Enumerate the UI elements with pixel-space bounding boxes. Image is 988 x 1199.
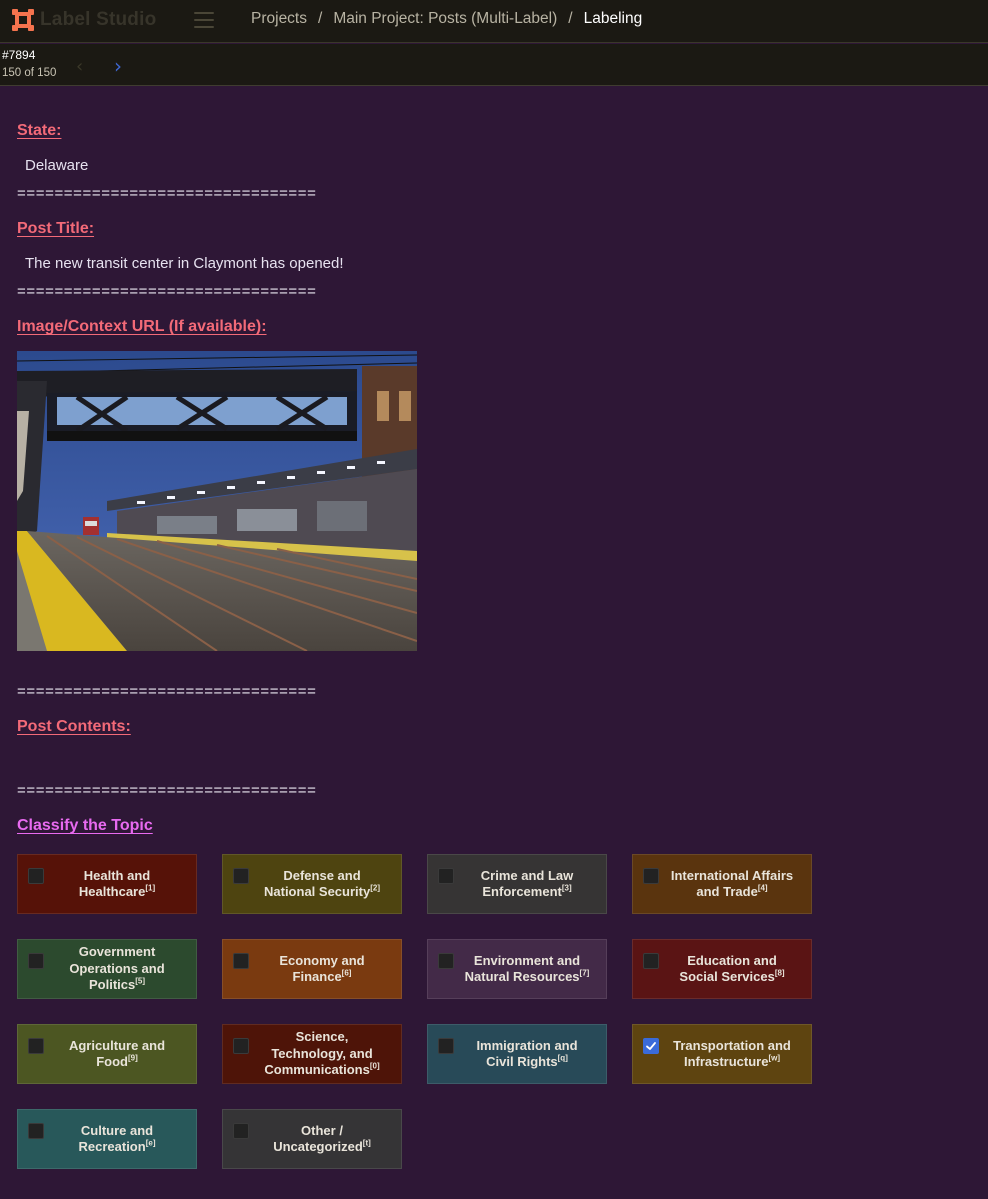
task-id: #7894 <box>2 48 36 62</box>
choice-hotkey: [0] <box>369 1061 380 1071</box>
choice-hotkey: [5] <box>135 976 146 986</box>
choice-label: Culture and Recreation <box>78 1122 154 1155</box>
checkbox-checked-icon[interactable] <box>643 1038 659 1054</box>
choice-label: International Affairs and Trade <box>670 867 794 900</box>
checkbox-icon[interactable] <box>438 1038 454 1054</box>
choice-label: Defense and National Security <box>264 867 371 900</box>
choice-other-uncategorized[interactable]: Other / Uncategorized[t] <box>222 1109 402 1169</box>
choice-hotkey: [3] <box>561 883 572 893</box>
choice-transportation-and-infrastructure[interactable]: Transportation and Infrastructure[w] <box>632 1024 812 1084</box>
image-url-heading: Image/Context URL (If available): <box>17 318 267 335</box>
post-title-value: The new transit center in Claymont has o… <box>25 255 344 272</box>
menu-hamburger-icon[interactable] <box>194 12 214 28</box>
breadcrumb-separator: / <box>318 10 323 27</box>
checkbox-icon[interactable] <box>28 953 44 969</box>
divider: ================================ <box>17 683 317 700</box>
choice-culture-and-recreation[interactable]: Culture and Recreation[e] <box>17 1109 197 1169</box>
choice-label: Education and Social Services <box>679 952 777 985</box>
divider: ================================ <box>17 185 317 202</box>
choice-label: Crime and Law Enforcement <box>480 867 574 900</box>
choice-health-and-healthcare[interactable]: Health and Healthcare[1] <box>17 854 197 914</box>
task-toolbar: #7894 150 of 150 ‹ › <box>0 44 988 86</box>
choice-label: Other / Uncategorized <box>273 1122 363 1155</box>
choice-hotkey: [e] <box>145 1138 156 1148</box>
choice-science-technology-and-communications[interactable]: Science, Technology, and Communications[… <box>222 1024 402 1084</box>
checkbox-icon[interactable] <box>28 1038 44 1054</box>
choice-hotkey: [4] <box>757 883 768 893</box>
choice-hotkey: [7] <box>579 968 590 978</box>
divider: ================================ <box>17 782 317 799</box>
checkbox-icon[interactable] <box>643 953 659 969</box>
choice-label: Economy and Finance <box>279 952 365 985</box>
choice-defense-and-national-security[interactable]: Defense and National Security[2] <box>222 854 402 914</box>
choice-education-and-social-services[interactable]: Education and Social Services[8] <box>632 939 812 999</box>
checkbox-icon[interactable] <box>28 1123 44 1139</box>
choice-hotkey: [8] <box>774 968 785 978</box>
choice-hotkey: [1] <box>145 883 156 893</box>
breadcrumb-project[interactable]: Main Project: Posts (Multi-Label) <box>333 10 557 27</box>
next-task-chevron-right-icon[interactable]: › <box>114 54 122 78</box>
post-title-heading: Post Title: <box>17 220 95 237</box>
checkbox-icon[interactable] <box>438 868 454 884</box>
checkbox-icon[interactable] <box>643 868 659 884</box>
task-position: 150 of 150 <box>2 67 57 79</box>
choice-international-affairs-and-trade[interactable]: International Affairs and Trade[4] <box>632 854 812 914</box>
state-heading: State: <box>17 122 62 139</box>
breadcrumb-separator: / <box>568 10 573 27</box>
post-contents-heading: Post Contents: <box>17 718 131 735</box>
breadcrumb: Projects / Main Project: Posts (Multi-Labe… <box>251 10 642 28</box>
choice-hotkey: [2] <box>370 883 380 893</box>
choice-agriculture-and-food[interactable]: Agriculture and Food[9] <box>17 1024 197 1084</box>
checkbox-icon[interactable] <box>233 953 249 969</box>
app-logo[interactable]: Label Studio <box>12 9 156 31</box>
breadcrumb-projects[interactable]: Projects <box>251 10 307 27</box>
choice-hotkey: [t] <box>362 1138 371 1148</box>
app-name: Label Studio <box>40 9 157 30</box>
choice-hotkey: [9] <box>127 1053 138 1063</box>
breadcrumb-current: Labeling <box>583 10 643 27</box>
checkbox-icon[interactable] <box>233 868 249 884</box>
choice-economy-and-finance[interactable]: Economy and Finance[6] <box>222 939 402 999</box>
choice-label: Health and Healthcare <box>78 867 151 900</box>
choice-label: Government Operations and Politics <box>69 944 165 993</box>
classify-topic-heading: Classify the Topic <box>17 817 153 834</box>
checkbox-icon[interactable] <box>233 1038 249 1054</box>
choice-hotkey: [q] <box>557 1053 568 1063</box>
choice-immigration-and-civil-rights[interactable]: Immigration and Civil Rights[q] <box>427 1024 607 1084</box>
label-studio-logo-icon <box>12 9 34 31</box>
choice-crime-and-law-enforcement[interactable]: Crime and Law Enforcement[3] <box>427 854 607 914</box>
state-value: Delaware <box>25 157 89 174</box>
choice-label: Environment and Natural Resources <box>464 952 581 985</box>
choice-environment-and-natural-resources[interactable]: Environment and Natural Resources[7] <box>427 939 607 999</box>
top-navbar: Label Studio Projects / Main Project: Post… <box>0 0 988 43</box>
choice-hotkey: [6] <box>341 968 352 978</box>
choice-label: Science, Technology, and Communications <box>264 1029 373 1078</box>
choice-label: Agriculture and Food <box>68 1037 166 1070</box>
checkbox-icon[interactable] <box>233 1123 249 1139</box>
context-image <box>17 351 417 651</box>
choice-hotkey: [w] <box>768 1053 781 1063</box>
divider: ================================ <box>17 283 317 300</box>
choice-government-operations-and-politics[interactable]: Government Operations and Politics[5] <box>17 939 197 999</box>
previous-task-chevron-left-icon[interactable]: ‹ <box>76 56 83 77</box>
checkbox-icon[interactable] <box>438 953 454 969</box>
checkbox-icon[interactable] <box>28 868 44 884</box>
